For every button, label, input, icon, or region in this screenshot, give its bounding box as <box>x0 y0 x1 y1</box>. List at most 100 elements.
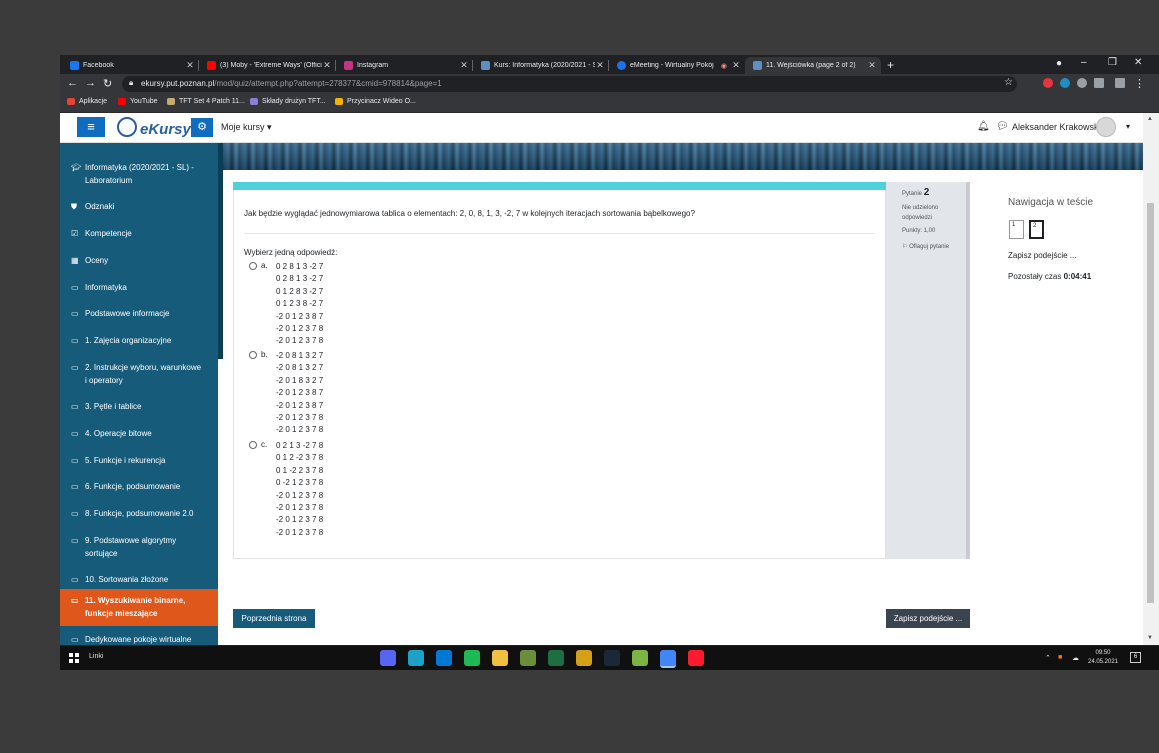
tray-app-icon[interactable]: ■ <box>1058 654 1062 661</box>
settings-icon[interactable]: ⚙ <box>191 118 213 137</box>
sidebar-item-informatyka[interactable]: ▭ Informatyka <box>60 281 218 294</box>
sidebar-item-section-5[interactable]: ▭ 5. Funkcje i rekurencja <box>60 454 218 467</box>
address-bar[interactable]: 🔒︎ ekursy.put.poznan.pl/mod/quiz/attempt… <box>122 76 1017 92</box>
notification-center-icon[interactable]: 6 <box>1130 652 1141 663</box>
sidebar-item-rooms[interactable]: ▭ Dedykowane pokoje wirtualne <box>60 633 218 645</box>
chrome-app-icon[interactable] <box>660 650 676 668</box>
bookmark-przycinacz[interactable]: Przycinacz Wideo O... <box>335 98 416 105</box>
quiz-nav-question-2[interactable]: 2 <box>1029 220 1044 239</box>
sidebar-item-section-1[interactable]: ▭ 1. Zajęcia organizacyjne <box>60 334 218 347</box>
scroll-down-icon[interactable]: ▼ <box>1147 635 1153 641</box>
close-tab-icon[interactable]: ✕ <box>595 60 605 71</box>
extension-icon[interactable] <box>1115 78 1125 88</box>
bell-icon[interactable]: 🔔︎ <box>977 121 990 132</box>
new-tab-button[interactable]: + <box>887 58 894 72</box>
url-path: /mod/quiz/attempt.php?attempt=278377&cmi… <box>214 79 442 88</box>
extension-icon[interactable] <box>1060 78 1070 88</box>
scroll-up-icon[interactable]: ▲ <box>1147 116 1153 122</box>
sidebar-item-section-3[interactable]: ▭ 3. Pętle i tablice <box>60 400 218 413</box>
drawer-toggle-button[interactable]: ≡ <box>77 117 105 137</box>
tab-youtube[interactable]: (3) Moby - 'Extreme Ways' (Offici ✕ <box>199 57 336 74</box>
tab-kurs[interactable]: Kurs: Informatyka (2020/2021 - S ✕ <box>473 57 609 74</box>
course-sidebar: 🎓︎ Informatyka (2020/2021 - SL) - Laborat… <box>60 143 218 645</box>
ekursy-logo[interactable]: eKursy <box>117 116 191 140</box>
close-tab-icon[interactable]: ✕ <box>867 60 877 71</box>
sidebar-item-section-8[interactable]: ▭ 8. Funkcje, podsumowanie 2.0 <box>60 507 218 520</box>
tab-facebook[interactable]: Facebook ✕ <box>62 57 199 74</box>
scroll-thumb[interactable] <box>1147 203 1154 603</box>
folder-icon: ▭ <box>71 596 79 605</box>
sidebar-item-section-11[interactable]: ▭ 11. Wyszukiwanie binarne, funkcje miesz… <box>60 589 218 626</box>
bookmark-youtube[interactable]: YouTube <box>118 98 158 105</box>
puzzle-icon[interactable] <box>1077 78 1087 88</box>
edge-app-icon[interactable] <box>408 650 424 666</box>
chevron-down-icon[interactable]: ▾ <box>1126 122 1130 131</box>
close-tab-icon[interactable]: ✕ <box>322 60 332 71</box>
my-courses-menu[interactable]: Moje kursy ▾ <box>221 122 272 133</box>
taskbar-clock[interactable]: 09:50 24.05.2021 <box>1088 649 1118 667</box>
windows-start-icon[interactable] <box>69 653 79 663</box>
save-attempt-button[interactable]: Zapisz podejście ... <box>886 609 970 628</box>
sidebar-item-odznaki[interactable]: ⛊ Odznaki <box>60 200 218 213</box>
avatar[interactable] <box>1096 117 1116 137</box>
riot-app-icon[interactable] <box>576 650 592 666</box>
spotify-app-icon[interactable] <box>464 650 480 666</box>
close-tab-icon[interactable]: ✕ <box>185 60 195 71</box>
site-navbar: ≡ eKursy ⚙ Moje kursy ▾ 🔔︎ 💬︎ Aleksander… <box>60 113 1143 143</box>
menu-kebab-icon[interactable]: ⋮ <box>1134 77 1145 90</box>
tab-emeeting[interactable]: eMeeting - Wirtualny Pokój ◉ ✕ <box>609 57 745 74</box>
bookmark-apps[interactable]: Aplikacje <box>67 98 107 105</box>
sidebar-scrollbar[interactable] <box>218 143 223 359</box>
sidebar-item-section-6[interactable]: ▭ 6. Funkcje, podsumowanie <box>60 480 218 493</box>
file-explorer-app-icon[interactable] <box>492 650 508 666</box>
sidebar-item-podstawowe[interactable]: ▭ Podstawowe informacje <box>60 307 218 320</box>
mail-app-icon[interactable] <box>436 650 452 666</box>
quiz-nav-question-1[interactable]: 1 <box>1009 220 1024 239</box>
extension-icon[interactable] <box>1043 78 1053 88</box>
discord-app-icon[interactable] <box>380 650 396 666</box>
profile-icon[interactable]: ● <box>1056 58 1062 69</box>
radio-button[interactable] <box>249 441 257 449</box>
radio-button[interactable] <box>249 351 257 359</box>
page-scrollbar[interactable]: ▲ ▼ <box>1143 113 1159 645</box>
windows-taskbar: Linki ⌃ ■ ☁ 09:50 24.05.2021 6 <box>60 646 1159 670</box>
user-name[interactable]: Aleksander Krakowski <box>1012 122 1101 132</box>
close-window-button[interactable]: ✕ <box>1134 57 1142 68</box>
excel-app-icon[interactable] <box>548 650 564 666</box>
folder-icon: ▭ <box>71 283 79 292</box>
chat-icon[interactable]: 💬︎ <box>996 121 1009 132</box>
close-tab-icon[interactable]: ✕ <box>459 60 469 71</box>
notepad-app-icon[interactable] <box>632 650 648 666</box>
chevron-up-icon[interactable]: ⌃ <box>1045 654 1051 662</box>
tab-instagram[interactable]: Instagram ✕ <box>336 57 473 74</box>
flag-question-link[interactable]: ⚐ Oflaguj pytanie <box>902 243 949 250</box>
bookmark-star-icon[interactable]: ☆ <box>1004 77 1013 88</box>
sidebar-item-kompetencje[interactable]: ☑ Kompetencje <box>60 227 218 240</box>
sidebar-item-section-10[interactable]: ▭ 10. Sortowania złożone <box>60 573 218 586</box>
forward-icon[interactable]: → <box>85 77 96 89</box>
previous-page-button[interactable]: Poprzednia strona <box>233 609 315 628</box>
opera-app-icon[interactable] <box>688 650 704 666</box>
sidebar-item-section-9[interactable]: ▭ 9. Podstawowe algorytmy sortujące <box>60 534 218 560</box>
reload-icon[interactable]: ↻ <box>103 77 112 90</box>
close-tab-icon[interactable]: ✕ <box>731 60 741 71</box>
minimize-button[interactable]: – <box>1081 57 1087 68</box>
bookmark-tft[interactable]: TFT Set 4 Patch 11... <box>167 98 245 105</box>
finish-attempt-link[interactable]: Zapisz podejście ... <box>1008 251 1076 260</box>
playlist-icon[interactable] <box>1094 78 1104 88</box>
radio-button[interactable] <box>249 262 257 270</box>
taskbar-search[interactable]: Linki <box>89 653 103 660</box>
flag-icon: ⚐ <box>902 244 908 250</box>
tab-wejsciowka[interactable]: 11. Wejściówka (page 2 of 2) ✕ <box>745 57 881 74</box>
sidebar-item-section-4[interactable]: ▭ 4. Operacje bitowe <box>60 427 218 440</box>
cloud-icon[interactable]: ☁ <box>1072 654 1079 662</box>
page-content: ≡ eKursy ⚙ Moje kursy ▾ 🔔︎ 💬︎ Aleksander… <box>60 113 1159 645</box>
steam-app-icon[interactable] <box>604 650 620 666</box>
bookmark-sklady[interactable]: Składy drużyn TFT... <box>250 98 326 105</box>
restore-button[interactable]: ❐ <box>1108 57 1117 68</box>
sidebar-item-oceny[interactable]: ▦ Oceny <box>60 254 218 267</box>
back-icon[interactable]: ← <box>67 77 78 89</box>
minecraft-app-icon[interactable] <box>520 650 536 666</box>
sidebar-item-section-2[interactable]: ▭ 2. Instrukcje wyboru, warunkowe i opera… <box>60 361 218 387</box>
sidebar-item-course[interactable]: 🎓︎ Informatyka (2020/2021 - SL) - Laborat… <box>60 161 218 187</box>
